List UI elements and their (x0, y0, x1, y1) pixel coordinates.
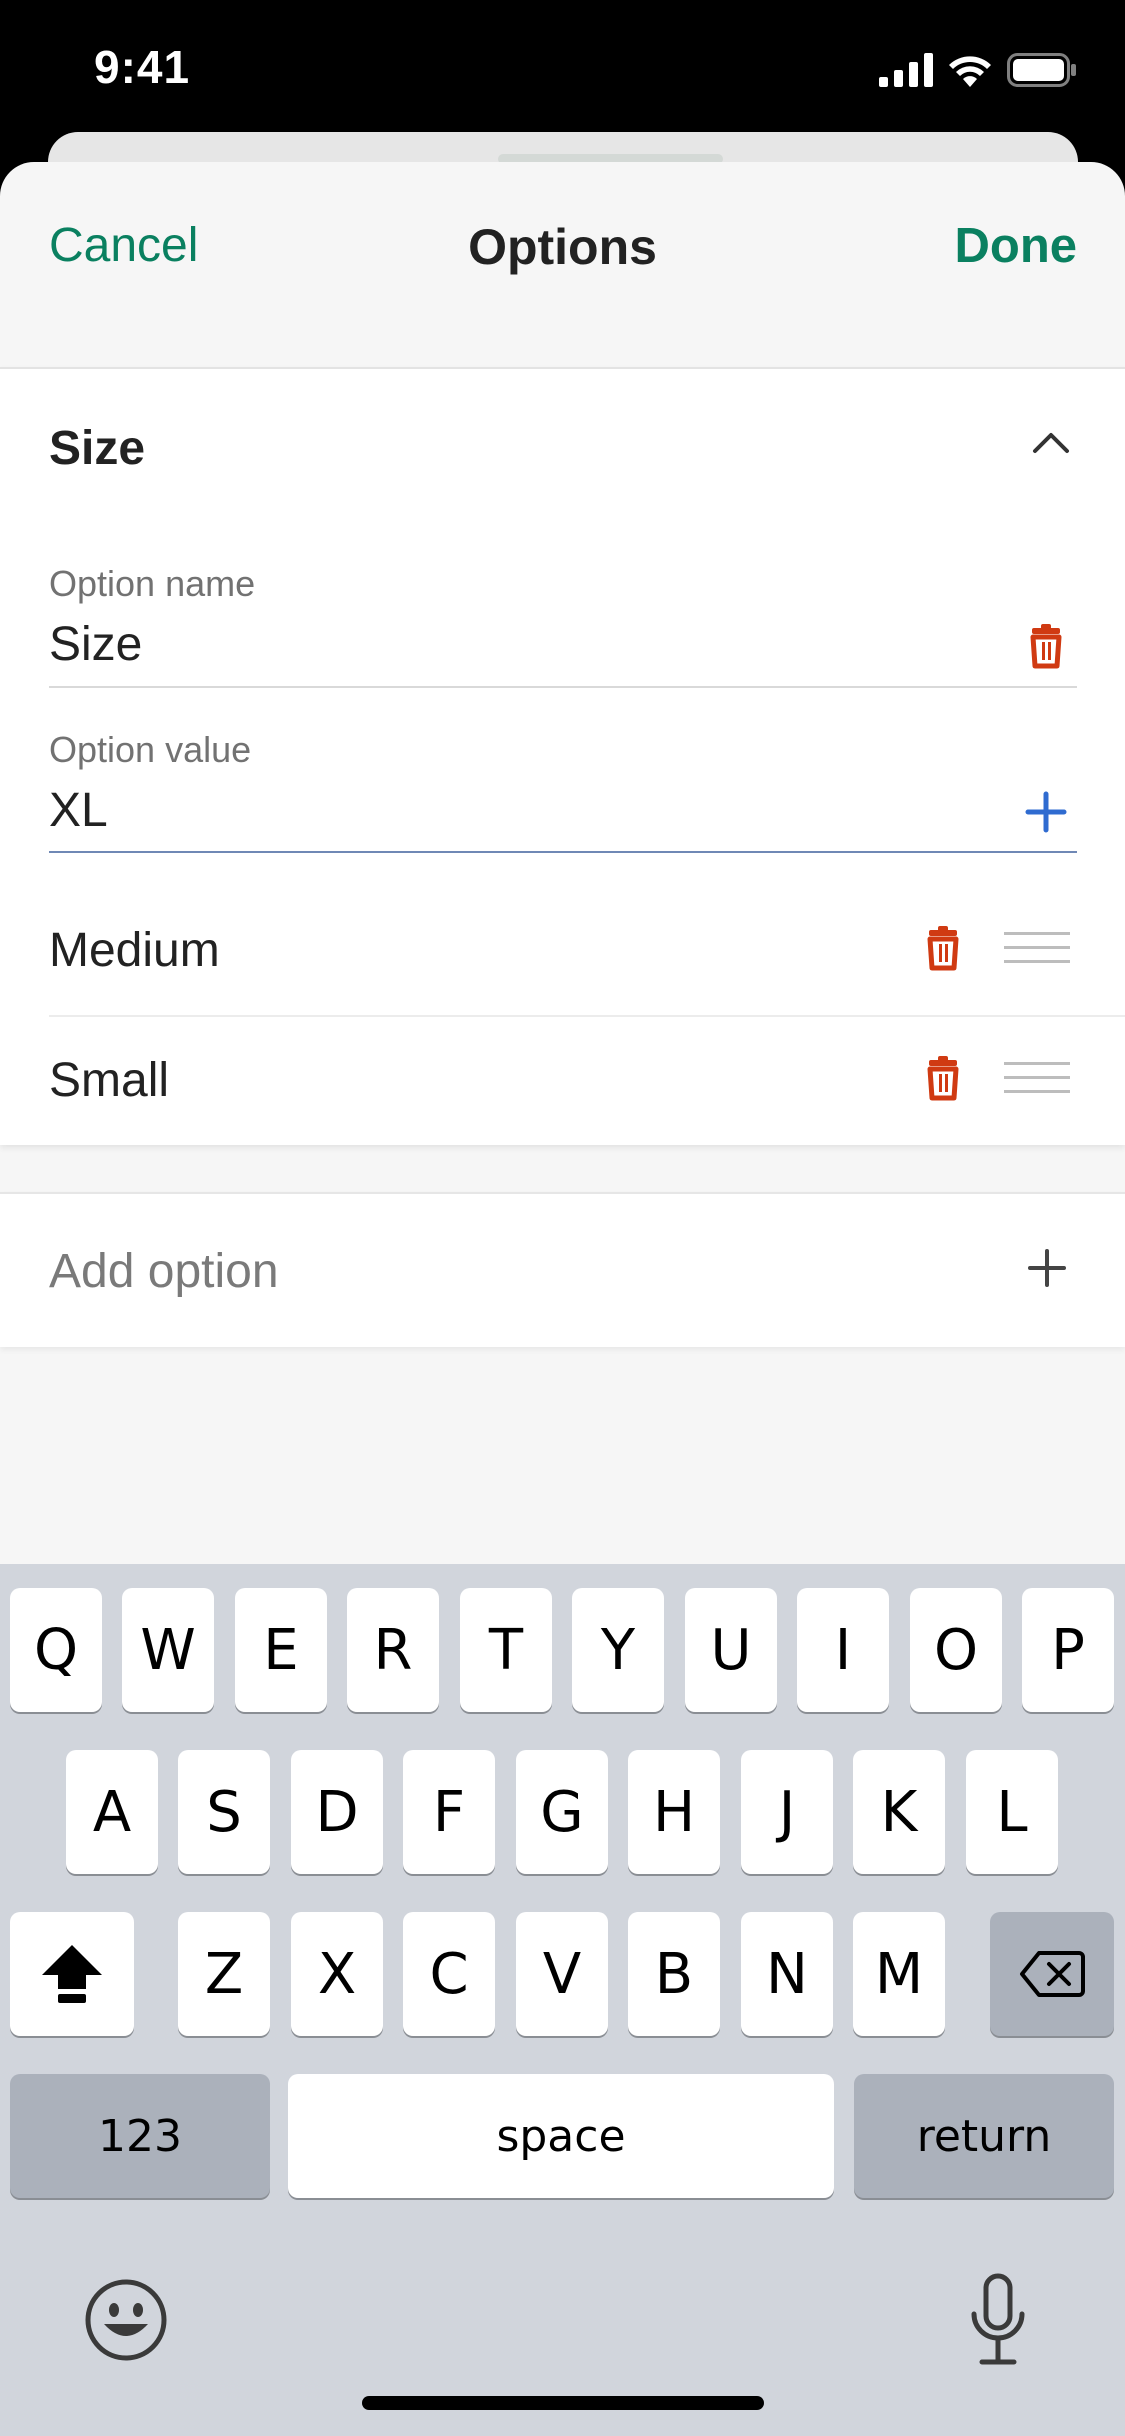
wifi-icon (949, 56, 991, 87)
option-value-text: Medium (49, 924, 220, 977)
space-key[interactable]: space (288, 2074, 834, 2198)
battery-icon (1007, 53, 1076, 87)
key-j[interactable]: J (741, 1750, 833, 1874)
key-z[interactable]: Z (178, 1912, 270, 2036)
key-c[interactable]: C (403, 1912, 495, 2036)
status-time: 9:41 (94, 41, 191, 93)
option-name-field[interactable]: Option name Size (49, 563, 1077, 689)
option-value-row: Small (49, 1017, 1125, 1145)
backspace-icon (1020, 1951, 1085, 1997)
key-y[interactable]: Y (572, 1588, 664, 1712)
cancel-button[interactable]: Cancel (49, 218, 198, 273)
keyboard: Q W E R T Y U I O P A S D F G H J K L Z … (0, 1564, 1125, 2436)
shift-key[interactable] (10, 1912, 134, 2036)
return-key[interactable]: return (854, 2074, 1114, 2198)
key-x[interactable]: X (291, 1912, 383, 2036)
plus-icon[interactable] (1023, 789, 1069, 835)
trash-icon[interactable] (1023, 623, 1069, 669)
option-name-label: Option name (49, 563, 256, 604)
option-value-text: Small (49, 1054, 170, 1107)
key-l[interactable]: L (966, 1750, 1058, 1874)
key-d[interactable]: D (291, 1750, 383, 1874)
drag-handle-icon[interactable] (1004, 930, 1070, 966)
key-m[interactable]: M (853, 1912, 945, 2036)
plus-icon[interactable] (1027, 1248, 1067, 1288)
key-a[interactable]: A (66, 1750, 158, 1874)
home-indicator (362, 2396, 764, 2410)
done-button[interactable]: Done (955, 218, 1078, 274)
nav-bar: Cancel Options Done (0, 162, 1125, 367)
key-s[interactable]: S (178, 1750, 270, 1874)
key-n[interactable]: N (741, 1912, 833, 2036)
trash-icon[interactable] (920, 1055, 966, 1101)
section-title: Size (49, 422, 146, 475)
key-p[interactable]: P (1022, 1588, 1114, 1712)
add-option-label: Add option (49, 1245, 279, 1298)
option-name-underline (49, 686, 1077, 688)
option-name-input[interactable]: Size (49, 617, 142, 672)
option-value-input[interactable]: XL (49, 783, 108, 838)
key-i[interactable]: I (797, 1588, 889, 1712)
key-r[interactable]: R (347, 1588, 439, 1712)
option-value-underline (49, 851, 1077, 853)
key-b[interactable]: B (628, 1912, 720, 2036)
key-t[interactable]: T (460, 1588, 552, 1712)
numbers-key[interactable]: 123 (10, 2074, 270, 2198)
key-q[interactable]: Q (10, 1588, 102, 1712)
cellular-signal-icon (879, 53, 933, 87)
backspace-key[interactable] (990, 1912, 1114, 2036)
status-bar: 9:41 (0, 0, 1125, 140)
status-icons (879, 50, 1077, 90)
microphone-icon[interactable] (966, 2272, 1030, 2368)
key-k[interactable]: K (853, 1750, 945, 1874)
option-section-card: Size Option name Size Option value XL Me… (0, 367, 1125, 1145)
key-w[interactable]: W (122, 1588, 214, 1712)
key-h[interactable]: H (628, 1750, 720, 1874)
key-g[interactable]: G (516, 1750, 608, 1874)
option-value-label: Option value (49, 729, 252, 770)
section-header[interactable]: Size (0, 369, 1125, 529)
option-value-row: Medium (49, 887, 1125, 1015)
key-e[interactable]: E (235, 1588, 327, 1712)
add-option-button[interactable]: Add option (0, 1192, 1125, 1347)
drag-handle-icon[interactable] (1004, 1060, 1070, 1096)
shift-icon (42, 1945, 102, 2003)
option-value-field[interactable]: Option value XL (49, 729, 1077, 855)
trash-icon[interactable] (920, 925, 966, 971)
chevron-up-icon[interactable] (1031, 423, 1071, 463)
key-f[interactable]: F (403, 1750, 495, 1874)
key-u[interactable]: U (685, 1588, 777, 1712)
key-v[interactable]: V (516, 1912, 608, 2036)
key-o[interactable]: O (910, 1588, 1002, 1712)
emoji-icon[interactable] (84, 2278, 168, 2362)
